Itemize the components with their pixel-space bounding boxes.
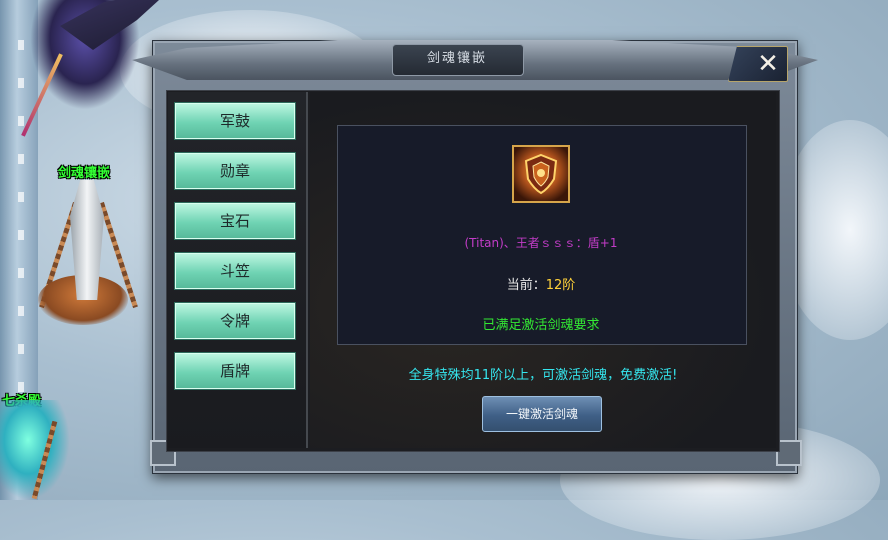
sidebar-item-medal[interactable]: 勋章 (174, 152, 296, 190)
current-level-value: 12阶 (545, 278, 576, 293)
sidebar-item-shield[interactable]: 盾牌 (174, 352, 296, 390)
sidebar-item-token[interactable]: 令牌 (174, 302, 296, 340)
shield-emblem-graphic (524, 153, 558, 195)
sidebar-item-hat[interactable]: 斗笠 (174, 252, 296, 290)
current-label: 当前： (506, 278, 546, 293)
close-button[interactable]: ✕ (728, 46, 788, 82)
one-click-activate-button[interactable]: 一键激活剑魂 (482, 396, 602, 432)
activation-notice: 全身特殊均11阶以上，可激活剑魂，免费激活! (408, 368, 678, 383)
sword-statue-npc[interactable] (30, 180, 140, 340)
npc-name-sword-soul: 剑魂镶嵌 (58, 166, 111, 181)
dialog-title: 剑魂镶嵌 (426, 51, 487, 66)
sidebar-item-war-drum[interactable]: 军鼓 (174, 102, 296, 140)
sidebar-item-gem[interactable]: 宝石 (174, 202, 296, 240)
requirement-status: 已满足激活剑魂要求 (482, 318, 600, 333)
shield-emblem-icon[interactable] (512, 145, 570, 203)
current-level-row: 当前：12阶 (337, 274, 745, 293)
effect-text: (Titan)、王者ｓｓｓ：盾+1 (464, 236, 618, 250)
close-icon: ✕ (757, 49, 779, 79)
